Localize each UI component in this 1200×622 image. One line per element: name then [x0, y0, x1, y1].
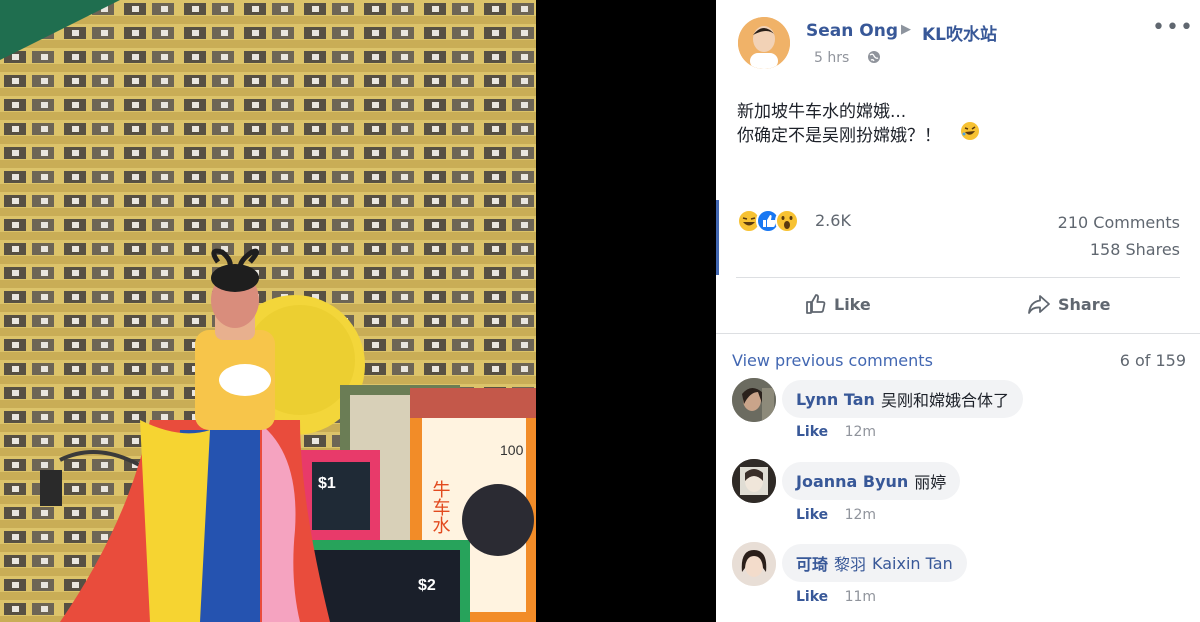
arrow-right-icon: ▶ — [901, 22, 911, 37]
comment-like-button[interactable]: Like — [796, 507, 828, 523]
comment-timestamp[interactable]: 11m — [845, 589, 876, 605]
stamp-value-2: $2 — [418, 577, 436, 594]
banner-text: 牛车水 — [430, 480, 451, 534]
post-message-line-1: 新加坡牛车水的嫦娥... — [737, 102, 907, 122]
comment-timestamp[interactable]: 12m — [845, 507, 876, 523]
reaction-count[interactable]: 2.6K — [815, 211, 851, 230]
share-button[interactable]: Share — [1026, 286, 1110, 322]
comment-bubble: Lynn Tan 吴刚和嫦娥合体了 — [782, 380, 1023, 418]
commenter-name-link[interactable]: 可琦 — [796, 551, 828, 575]
share-button-label: Share — [1058, 294, 1111, 314]
more-options-button[interactable]: ••• — [1152, 15, 1194, 40]
comment-meta: Like 12m — [796, 424, 876, 440]
active-indicator-bar — [716, 200, 719, 275]
tagged-user-link[interactable]: 黎羽 — [834, 551, 866, 575]
like-button-label: Like — [834, 294, 871, 314]
view-previous-comments-link[interactable]: View previous comments — [732, 351, 933, 370]
rolling-laughing-emoji-icon — [961, 122, 979, 140]
post-photo[interactable]: $1 $2 100 牛车水 — [0, 0, 536, 622]
post-panel: Sean Ong ▶ KL吹水站 5 hrs ••• 新加坡牛车水的嫦娥... … — [716, 0, 1200, 622]
commenter-name-link[interactable]: Joanna Byun — [796, 472, 908, 491]
post-message-line-2: 你确定不是吴刚扮嫦娥？！ — [737, 126, 941, 146]
stamp-value-1: $1 — [318, 475, 336, 492]
photo-letterbox — [536, 0, 716, 622]
divider — [716, 333, 1200, 334]
wow-reaction-icon — [775, 209, 799, 233]
comment-text: 丽婷 — [914, 473, 947, 492]
group-name-link[interactable]: KL吹水站 — [922, 20, 997, 45]
comment-meta: Like 11m — [796, 589, 876, 605]
reaction-icons[interactable] — [736, 208, 816, 234]
comment-like-button[interactable]: Like — [796, 424, 828, 440]
comment-timestamp[interactable]: 12m — [845, 424, 876, 440]
comment-bubble: Joanna Byun 丽婷 — [782, 462, 961, 500]
stamp-value-3: 100 — [500, 442, 524, 458]
globe-icon — [868, 51, 880, 63]
thumbs-up-icon — [806, 294, 826, 314]
comment-bubble: 可琦 黎羽 Kaixin Tan — [782, 544, 967, 582]
comment-page-count: 6 of 159 — [1119, 351, 1186, 370]
commenter-name-link[interactable]: Lynn Tan — [796, 390, 875, 409]
photo-scene: $1 $2 100 牛车水 — [0, 0, 536, 622]
share-arrow-icon — [1028, 295, 1050, 314]
comment-text: 吴刚和嫦娥合体了 — [880, 391, 1009, 410]
author-avatar[interactable] — [738, 17, 790, 69]
comments-count-link[interactable]: 210 Comments — [1058, 213, 1180, 232]
commenter-avatar[interactable] — [732, 378, 776, 422]
commenter-avatar[interactable] — [732, 542, 776, 586]
comment-like-button[interactable]: Like — [796, 589, 828, 605]
commenter-avatar[interactable] — [732, 459, 776, 503]
author-name-link[interactable]: Sean Ong — [806, 21, 898, 41]
post-timestamp[interactable]: 5 hrs — [814, 50, 849, 66]
like-button[interactable]: Like — [804, 286, 871, 322]
comment-text[interactable]: Kaixin Tan — [872, 554, 953, 573]
comment-meta: Like 12m — [796, 507, 876, 523]
shares-count-link[interactable]: 158 Shares — [1090, 240, 1180, 259]
divider — [736, 277, 1180, 278]
